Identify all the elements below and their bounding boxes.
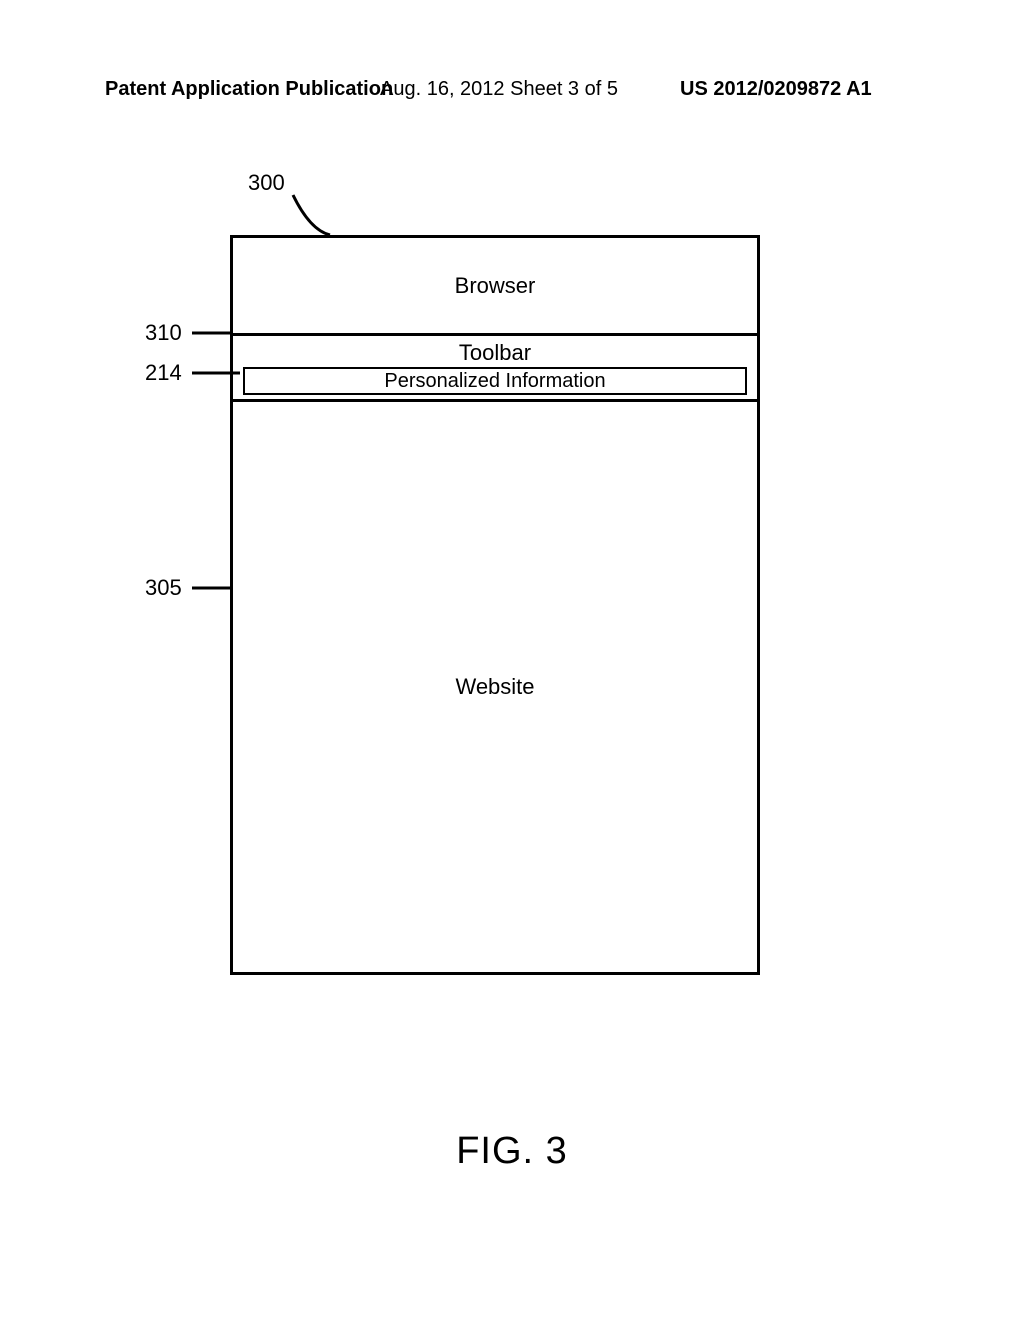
ref-305: 305 (145, 575, 182, 601)
figure-caption: FIG. 3 (0, 1130, 1024, 1173)
ref-214: 214 (145, 360, 182, 386)
date-and-sheet: Aug. 16, 2012 Sheet 3 of 5 (380, 78, 618, 101)
website-section: Website (233, 402, 757, 972)
ref-300: 300 (248, 170, 285, 196)
personalized-info-box: Personalized Information (243, 367, 747, 395)
website-label: Website (455, 674, 534, 700)
ref-310: 310 (145, 320, 182, 346)
browser-label: Browser (455, 273, 536, 299)
toolbar-section: Toolbar Personalized Information (233, 336, 757, 402)
browser-window-diagram: Browser Toolbar Personalized Information… (230, 235, 760, 975)
toolbar-label: Toolbar (233, 336, 757, 366)
patent-figure-page: Patent Application Publication Aug. 16, … (0, 0, 1024, 1320)
personalized-label: Personalized Information (384, 370, 605, 393)
browser-section: Browser (233, 238, 757, 336)
publication-type: Patent Application Publication (105, 78, 393, 101)
publication-number: US 2012/0209872 A1 (680, 78, 872, 101)
